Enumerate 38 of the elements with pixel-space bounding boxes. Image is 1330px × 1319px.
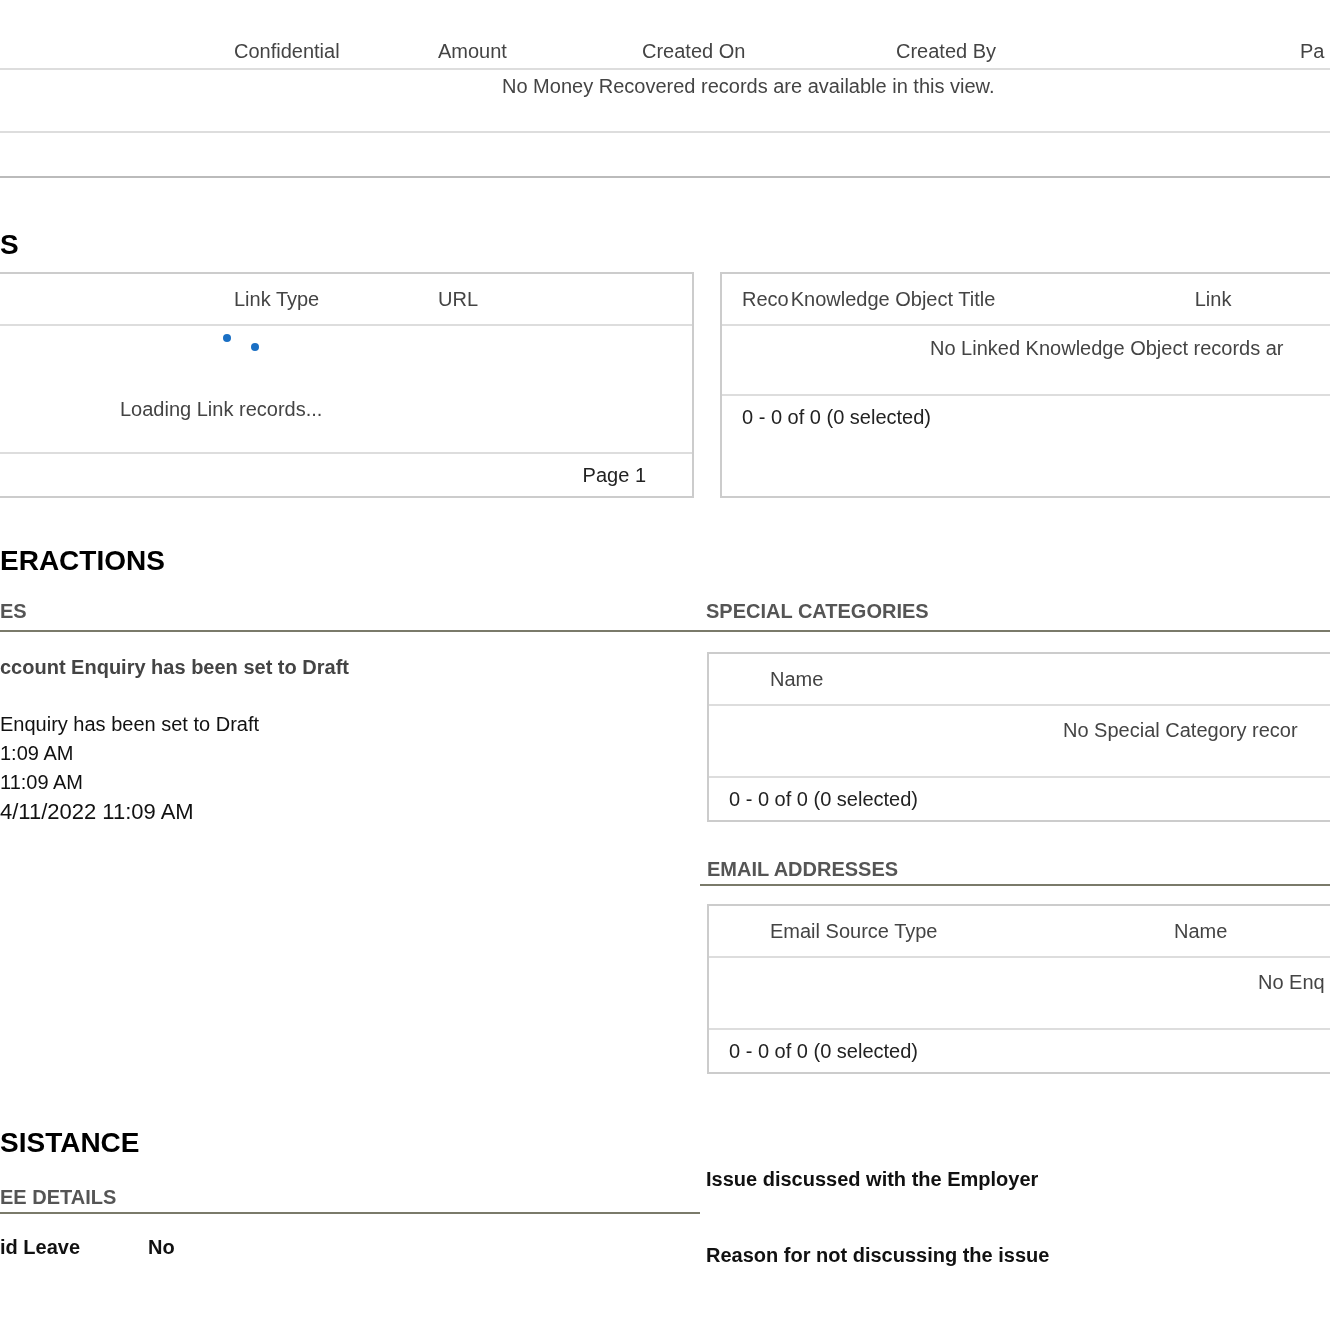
column-header[interactable]: Link <box>1194 286 1232 312</box>
column-header[interactable]: Link Type <box>234 286 438 312</box>
column-header[interactable]: Created By <box>896 38 1300 64</box>
subsection-heading: ES <box>0 599 28 624</box>
column-header[interactable]: Amount <box>438 38 642 64</box>
field-label: Reason for not discussing the issue <box>706 1243 1051 1268</box>
empty-message: No Special Category recor <box>1063 719 1298 741</box>
column-header[interactable]: Name <box>1174 918 1228 944</box>
subsection-heading: EMAIL ADDRESSES <box>700 856 1330 886</box>
note-date: 4/11/2022 11:09 AM <box>0 798 195 826</box>
field-label: Issue discussed with the Employer <box>706 1167 1040 1192</box>
section-heading: SISTANCE <box>0 1126 141 1160</box>
column-header[interactable]: Name <box>770 666 824 692</box>
empty-message: No Enq <box>1258 971 1325 993</box>
record-count: 0 - 0 of 0 (0 selected) <box>729 1039 918 1063</box>
record-count: 0 - 0 of 0 (0 selected) <box>729 787 918 811</box>
note-title: ccount Enquiry has been set to Draft <box>0 655 350 680</box>
column-header[interactable]: Pa <box>1300 38 1325 64</box>
subsection-heading: SPECIAL CATEGORIES <box>706 599 929 624</box>
column-header[interactable]: Reco <box>742 286 789 312</box>
record-count: 0 - 0 of 0 (0 selected) <box>742 405 931 429</box>
page-indicator: Page 1 <box>582 463 646 487</box>
empty-message: No Linked Knowledge Object records ar <box>930 337 1284 359</box>
note-text: 1:09 AM <box>0 741 75 766</box>
column-header[interactable]: Knowledge Object Title <box>790 286 1195 312</box>
field-value: No <box>148 1236 175 1259</box>
column-header[interactable]: Confidential <box>234 38 438 64</box>
note-text: 11:09 AM <box>0 770 85 795</box>
loading-message: Loading Link records... <box>120 398 323 421</box>
field-label: id Leave <box>0 1236 82 1259</box>
subsection-heading: EE DETAILS <box>0 1184 700 1214</box>
column-header[interactable]: URL <box>438 286 478 312</box>
section-heading: ERACTIONS <box>0 544 166 578</box>
note-text: Enquiry has been set to Draft <box>0 712 261 737</box>
column-header[interactable]: Created On <box>642 38 896 64</box>
column-header[interactable]: Email Source Type <box>770 918 1174 944</box>
section-heading: S <box>0 228 20 262</box>
empty-message: No Money Recovered records are available in this view. <box>502 75 995 97</box>
